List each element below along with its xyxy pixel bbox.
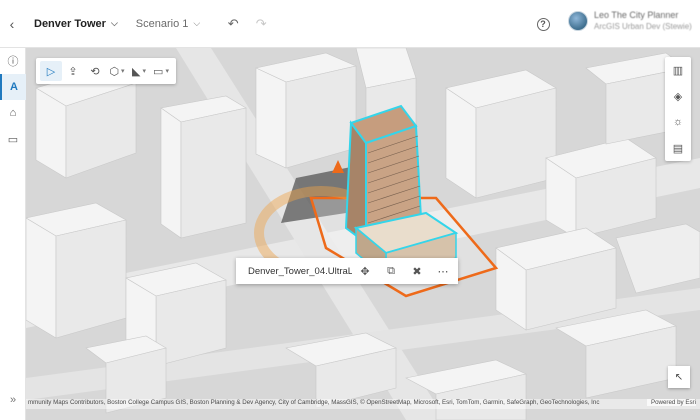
undo-button[interactable]: ↶ (220, 11, 246, 37)
selection-popup: Denver_Tower_04.UltraLig... ✥ ⧉ ✖ ⋯ (236, 258, 458, 284)
rail-layers-button[interactable]: ⌂ (0, 100, 26, 126)
scenario-selector[interactable]: Scenario 1 ⌵ (136, 18, 200, 30)
map-attribution: mmunity Maps Contributors, Boston Colleg… (26, 399, 700, 409)
rail-comments-button[interactable]: ▭ (0, 126, 26, 152)
chevron-down-icon: ▾ (121, 68, 125, 75)
upload-tool-button[interactable]: ⇪ (62, 61, 84, 81)
user-menu[interactable]: Leo The City Planner ArcGIS Urban Dev (S… (568, 10, 692, 32)
redo-icon: ↷ (255, 15, 267, 31)
select-tool-button[interactable]: ▷ (40, 61, 62, 81)
chevron-down-icon: ⌵ (193, 18, 201, 28)
pointer-icon: ↖ (674, 371, 684, 383)
design-a-icon: A (10, 81, 18, 93)
measure-tool-button[interactable]: ◣ ▾ (128, 61, 150, 81)
height-handle[interactable] (332, 160, 344, 173)
create-3d-tool-button[interactable]: ⬡ ▾ (106, 61, 128, 81)
left-rail: ⓘ A ⌂ ▭ » (0, 48, 26, 420)
double-chevron-right-icon: » (9, 394, 17, 406)
comment-icon: ▭ (7, 133, 19, 146)
project-selector[interactable]: Denver Tower ⌵ (34, 18, 118, 30)
analysis-button[interactable]: ▤ (665, 135, 691, 161)
chevron-down-icon: ⌵ (110, 18, 118, 28)
scenario-name: Scenario 1 (135, 17, 189, 30)
dashboard-button[interactable]: ▥ (665, 57, 691, 83)
undo-icon: ↶ (227, 15, 239, 31)
collapse-rail-button[interactable]: » (0, 394, 26, 406)
trash-icon: ✖ (412, 265, 422, 278)
help-button[interactable]: ? (530, 11, 556, 37)
more-icon: ⋯ (437, 265, 449, 278)
more-button[interactable]: ⋯ (430, 258, 456, 284)
analysis-icon: ▤ (672, 142, 684, 155)
right-toolbar: ▥ ◈ ☼ ▤ (665, 57, 691, 161)
duplicate-button[interactable]: ⧉ (378, 258, 404, 284)
visualize-icon: ▭ (153, 65, 164, 78)
attribution-text: mmunity Maps Contributors, Boston Colleg… (28, 399, 600, 406)
redo-button[interactable]: ↷ (248, 11, 274, 37)
rail-design-button[interactable]: A (0, 74, 26, 100)
sun-icon: ☼ (672, 116, 684, 128)
upload-icon: ⇪ (68, 65, 78, 78)
measure-icon: ◣ (132, 65, 141, 78)
chevron-down-icon: ▾ (142, 68, 146, 75)
help-circle-icon: ? (536, 17, 550, 31)
chevron-left-icon: ‹ (9, 15, 15, 32)
duplicate-icon: ⧉ (387, 264, 395, 277)
navigation-mode-button[interactable]: ↖ (668, 366, 690, 388)
city-scene (26, 48, 700, 420)
visualize-tool-button[interactable]: ▭ ▾ (150, 61, 172, 81)
delete-button[interactable]: ✖ (404, 258, 430, 284)
user-org: ArcGIS Urban Dev (Stewie) (594, 22, 692, 31)
daylight-button[interactable]: ☼ (665, 109, 691, 135)
powered-by-link[interactable]: Powered by Esri (646, 399, 696, 406)
design-toolbar: ▷ ⇪ ⟲ ⬡ ▾ ◣ ▾ ▭ ▾ (36, 58, 176, 84)
back-button[interactable]: ‹ (0, 0, 24, 48)
layers-icon: ◈ (673, 90, 683, 103)
avatar (568, 11, 588, 31)
project-name: Denver Tower (34, 17, 106, 30)
bar-chart-icon: ▥ (672, 64, 684, 77)
chevron-down-icon: ▾ (165, 68, 169, 75)
move-button[interactable]: ✥ (352, 258, 378, 284)
transform-tool-button[interactable]: ⟲ (84, 61, 106, 81)
transform-icon: ⟲ (90, 65, 100, 78)
move-icon: ✥ (360, 265, 370, 278)
cube-icon: ⬡ (109, 65, 120, 78)
layers-button[interactable]: ◈ (665, 83, 691, 109)
top-bar: ‹ Denver Tower ⌵ Scenario 1 ⌵ ↶ ↷ ? Leo … (0, 0, 700, 48)
app-window: ‹ Denver Tower ⌵ Scenario 1 ⌵ ↶ ↷ ? Leo … (0, 0, 700, 420)
model-name: Denver_Tower_04.UltraLig... (248, 265, 352, 277)
user-name: Leo The City Planner (594, 10, 679, 20)
cursor-icon: ▷ (46, 65, 56, 78)
map-3d-view[interactable] (26, 48, 700, 420)
bank-icon: ⌂ (9, 107, 17, 119)
info-icon: ⓘ (7, 56, 19, 68)
rail-info-button[interactable]: ⓘ (0, 48, 26, 74)
selected-tower[interactable] (344, 104, 459, 280)
